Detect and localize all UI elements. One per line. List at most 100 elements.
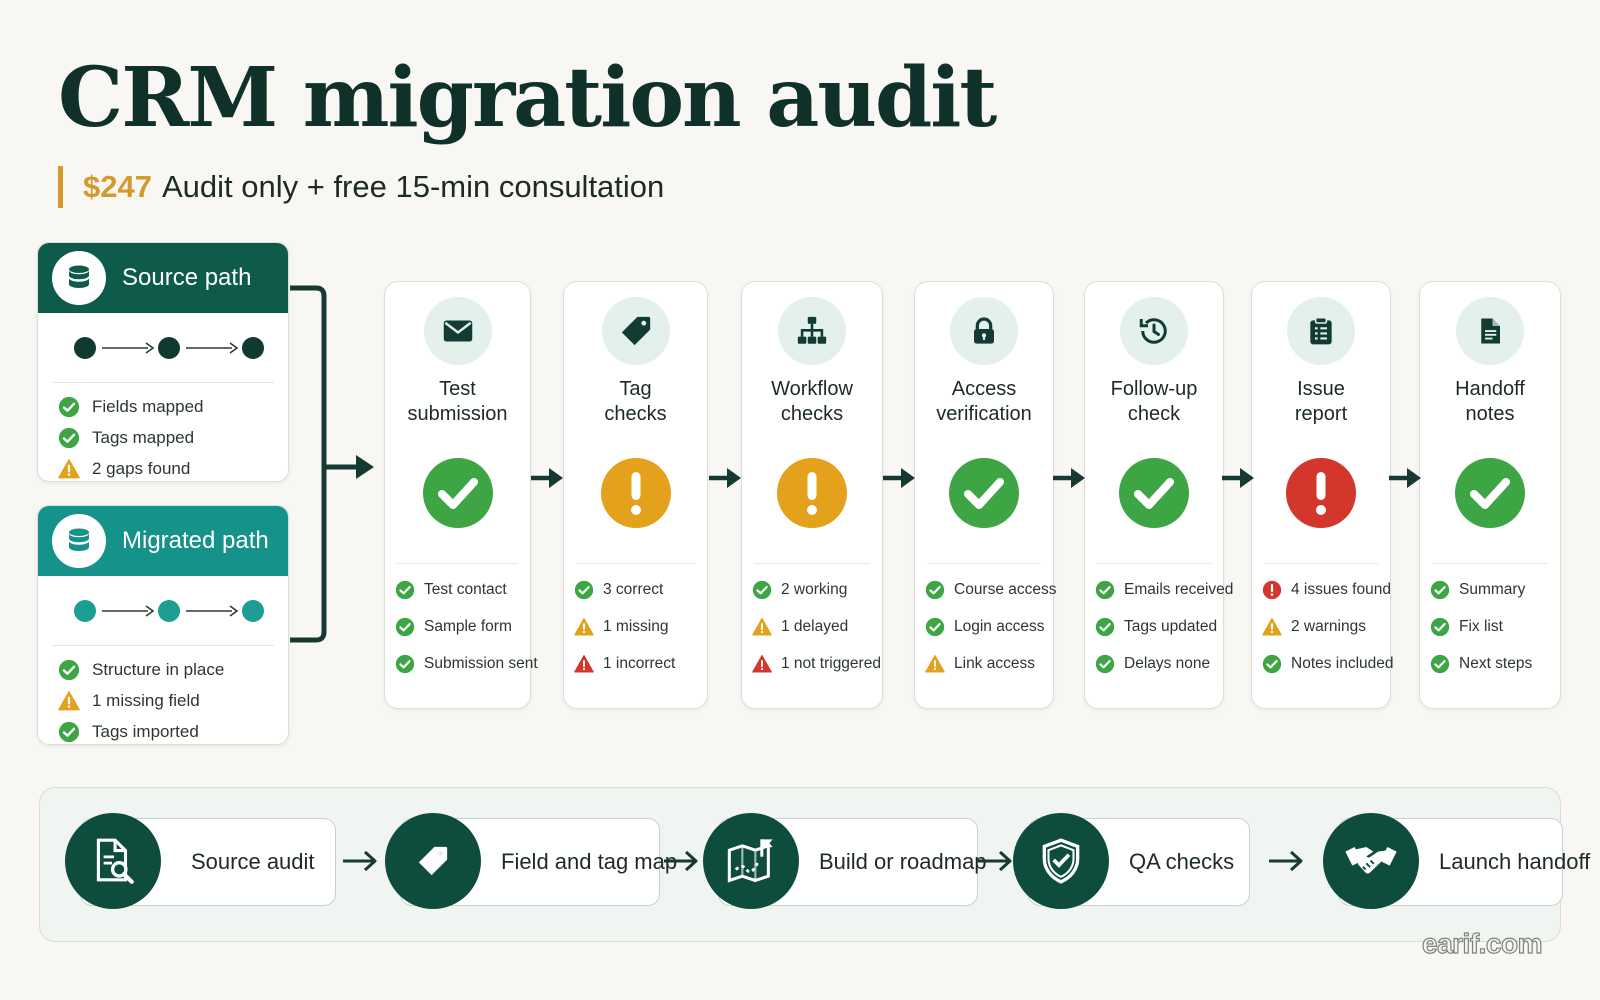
step-item: Test contact <box>395 571 526 608</box>
envelope-icon <box>423 297 492 365</box>
step-items: Summary Fix list Next steps <box>1430 571 1556 682</box>
step-item-text: Course access <box>954 580 1057 598</box>
step-item-text: Submission sent <box>424 654 538 672</box>
step-item-text: Fix list <box>1459 617 1503 635</box>
step-item: 2 working <box>752 571 878 608</box>
divider <box>927 563 1041 564</box>
panel-source-path: Source path Fields mapped Tags mapped 2 ga… <box>37 242 289 482</box>
panel-item: Fields mapped <box>58 391 288 422</box>
path-arrow-icon <box>186 604 239 617</box>
process-step: Source audit <box>65 813 336 909</box>
panel-item-text: Tags imported <box>92 721 199 741</box>
process-step: QA checks <box>1013 813 1250 909</box>
step-label-line: verification <box>936 403 1032 425</box>
step-item: Summary <box>1430 571 1556 608</box>
check-circle-icon <box>1430 580 1450 600</box>
check-circle-icon <box>58 721 80 743</box>
flow-arrow-icon <box>1053 468 1085 488</box>
step-label-line: Follow-up <box>1110 378 1198 400</box>
check-circle-icon <box>1095 580 1115 600</box>
process-step-label: Source audit <box>191 849 315 874</box>
subtitle-text: Audit only + free 15-min consultation <box>161 169 665 204</box>
sitemap-icon <box>778 297 846 365</box>
path-arrow-icon <box>102 604 155 617</box>
result-check-icon <box>422 457 494 529</box>
step-label: Access verification <box>915 377 1053 427</box>
panel-item: Structure in place <box>58 654 288 685</box>
panel-title: Migrated path <box>122 527 269 554</box>
step-item-text: 1 not triggered <box>781 654 881 672</box>
panel-title: Source path <box>122 264 252 291</box>
bracket-connector <box>290 285 374 643</box>
flow-arrow-icon <box>882 468 915 488</box>
tag-icon <box>601 297 670 365</box>
history-clock-icon <box>1120 297 1188 365</box>
step-label-line: checks <box>780 403 844 425</box>
process-arrow-icon <box>664 850 698 872</box>
step-card: Issue report 4 issues found 2 warnings Note… <box>1251 281 1394 709</box>
step-item: Next steps <box>1430 645 1556 682</box>
panel-item: 1 missing field <box>58 685 288 716</box>
step-item-text: 1 incorrect <box>603 654 676 672</box>
path-node <box>74 336 96 359</box>
step-items: Course access Login access Link access <box>925 571 1057 682</box>
flow-arrow-icon <box>1221 468 1254 488</box>
step-card: Follow-up check Emails received Tags updat… <box>1084 281 1233 709</box>
path-node <box>158 599 180 622</box>
subtitle: $247 Audit only + free 15-min consultatio… <box>58 166 664 208</box>
step-item: Submission sent <box>395 645 538 682</box>
step-label: Tag checks <box>564 377 707 427</box>
step-item-text: Sample form <box>424 617 512 635</box>
step-item-text: 4 issues found <box>1291 580 1391 598</box>
check-circle-icon <box>925 617 945 637</box>
step-item-text: Next steps <box>1459 654 1533 672</box>
step-item-text: Login access <box>954 617 1045 635</box>
step-item-text: Emails received <box>1124 580 1234 598</box>
price: $247 <box>83 169 152 204</box>
step-item: Course access <box>925 571 1057 608</box>
step-items: Emails received Tags updated Delays none <box>1095 571 1233 682</box>
database-icon <box>52 514 106 568</box>
map-flag-icon <box>703 813 799 909</box>
panel-item: Tags imported <box>58 716 288 744</box>
process-arrow-icon <box>1269 850 1303 872</box>
step-item-text: Delays none <box>1124 654 1211 672</box>
step-item-text: 2 warnings <box>1291 617 1366 635</box>
step-label-line: Issue <box>1297 378 1345 400</box>
panel-item: 2 gaps found <box>58 453 288 481</box>
step-item: Tags updated <box>1095 608 1219 645</box>
step-item: Login access <box>925 608 1049 645</box>
divider <box>754 563 870 564</box>
step-item-text: 2 working <box>781 580 848 598</box>
divider <box>397 563 518 564</box>
lock-icon <box>950 297 1018 365</box>
divider <box>576 563 695 564</box>
step-items: Test contact Sample form Submission sent <box>395 571 538 682</box>
flow-arrow-icon <box>1389 468 1421 488</box>
step-card: Access verification Course access Login ac… <box>914 281 1057 709</box>
warning-icon <box>752 617 772 637</box>
step-items: 2 working 1 delayed 1 not triggered <box>752 571 881 682</box>
process-step-label: Launch handoff <box>1439 849 1591 874</box>
error-triangle-icon <box>574 654 594 674</box>
check-circle-icon <box>925 580 945 600</box>
step-label: Test submission <box>385 377 530 427</box>
step-item: 1 delayed <box>752 608 878 645</box>
path-nodes <box>52 313 274 383</box>
document-search-icon <box>65 813 161 909</box>
tag-icon <box>385 813 481 909</box>
panel-item-text: 2 gaps found <box>92 458 191 478</box>
panel-header: Source path <box>38 243 288 313</box>
check-circle-icon <box>58 659 80 681</box>
process-step-label: QA checks <box>1129 849 1235 874</box>
page-title: CRM migration audit <box>58 50 997 146</box>
clipboard-icon <box>1287 297 1355 365</box>
path-arrow-icon <box>186 341 239 354</box>
step-item: Link access <box>925 645 1049 682</box>
check-circle-icon <box>1430 654 1450 674</box>
check-circle-icon <box>752 580 772 600</box>
step-item-text: Link access <box>954 654 1035 672</box>
step-item: Notes included <box>1262 645 1394 682</box>
step-label: Issue report <box>1252 377 1390 427</box>
divider <box>1097 563 1211 564</box>
